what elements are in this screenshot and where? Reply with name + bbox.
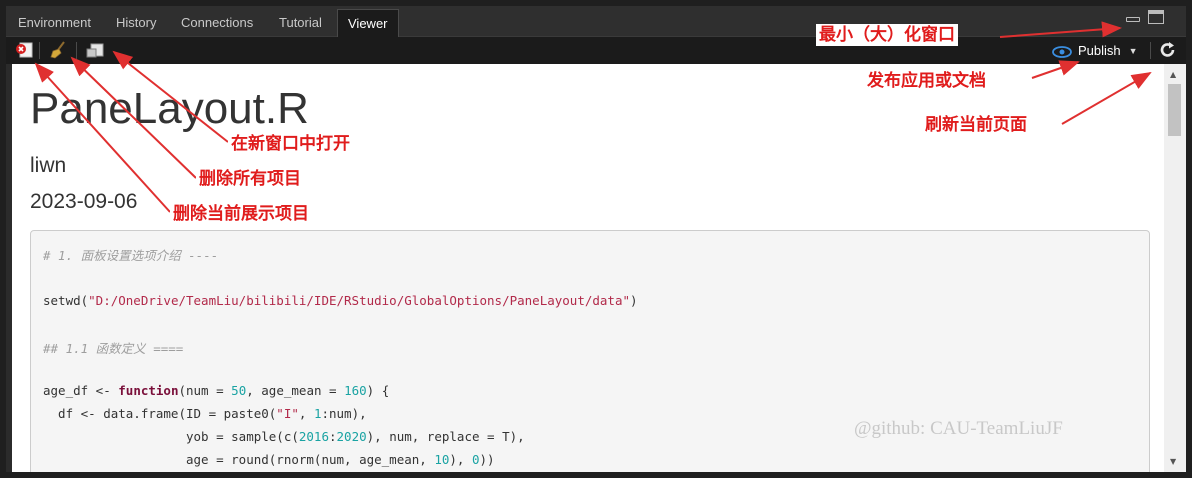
scroll-up-icon[interactable]: ▲ <box>1170 70 1176 79</box>
document-date: 2023-09-06 <box>30 190 138 213</box>
scrollbar-thumb[interactable] <box>1168 84 1181 136</box>
code-line: setwd("D:/OneDrive/TeamLiu/bilibili/IDE/… <box>43 293 638 308</box>
tab-environment[interactable]: Environment <box>8 9 101 36</box>
tab-connections[interactable]: Connections <box>171 9 263 36</box>
maximize-icon[interactable] <box>1148 10 1164 24</box>
watermark: @github: CAU-TeamLiuJF <box>854 418 1063 439</box>
viewer-toolbar: Publish ▼ <box>6 37 1186 64</box>
publish-button[interactable]: Publish ▼ <box>1052 40 1138 61</box>
publish-icon <box>1052 45 1072 58</box>
tab-bar: Environment History Connections Tutorial… <box>6 6 1186 37</box>
tab-tutorial[interactable]: Tutorial <box>269 9 332 36</box>
code-line: yob = sample(c(2016:2020), num, replace … <box>43 429 525 444</box>
annotation-remove-all: 删除所有项目 <box>196 168 304 190</box>
chevron-down-icon[interactable]: ▼ <box>1129 41 1138 62</box>
popout-icon[interactable] <box>86 41 104 59</box>
code-line: age = round(rnorm(num, age_mean, 10), 0)… <box>43 452 495 467</box>
annotation-publish: 发布应用或文档 <box>864 70 989 92</box>
viewer-pane: Environment History Connections Tutorial… <box>6 6 1186 472</box>
annotation-refresh: 刷新当前页面 <box>922 114 1030 136</box>
toolbar-separator <box>76 42 77 59</box>
annotation-remove-current: 删除当前展示项目 <box>170 203 312 225</box>
toolbar-separator <box>39 42 40 59</box>
code-line: df <- data.frame(ID = paste0("I", 1:num)… <box>43 406 367 421</box>
code-line: age_df <- function(num = 50, age_mean = … <box>43 383 390 398</box>
annotation-minmax: 最小（大）化窗口 <box>816 24 958 46</box>
scroll-down-icon[interactable]: ▼ <box>1170 457 1176 466</box>
document-author: liwn <box>30 154 67 177</box>
tab-viewer[interactable]: Viewer <box>337 9 399 37</box>
code-line: ## 1.1 函数定义 ==== <box>43 341 184 356</box>
tab-history[interactable]: History <box>106 9 166 36</box>
minimize-icon[interactable] <box>1126 17 1140 22</box>
annotation-open-new-window: 在新窗口中打开 <box>228 133 353 155</box>
document-title: PaneLayout.R <box>30 84 309 133</box>
broom-icon[interactable] <box>50 41 68 59</box>
publish-label: Publish <box>1078 43 1121 58</box>
refresh-icon[interactable] <box>1159 41 1177 59</box>
vertical-scrollbar[interactable]: ▲ ▼ <box>1164 64 1186 472</box>
code-line: # 1. 面板设置选项介绍 ---- <box>43 248 219 263</box>
remove-current-item-icon[interactable] <box>15 41 33 59</box>
toolbar-separator <box>1150 42 1151 59</box>
